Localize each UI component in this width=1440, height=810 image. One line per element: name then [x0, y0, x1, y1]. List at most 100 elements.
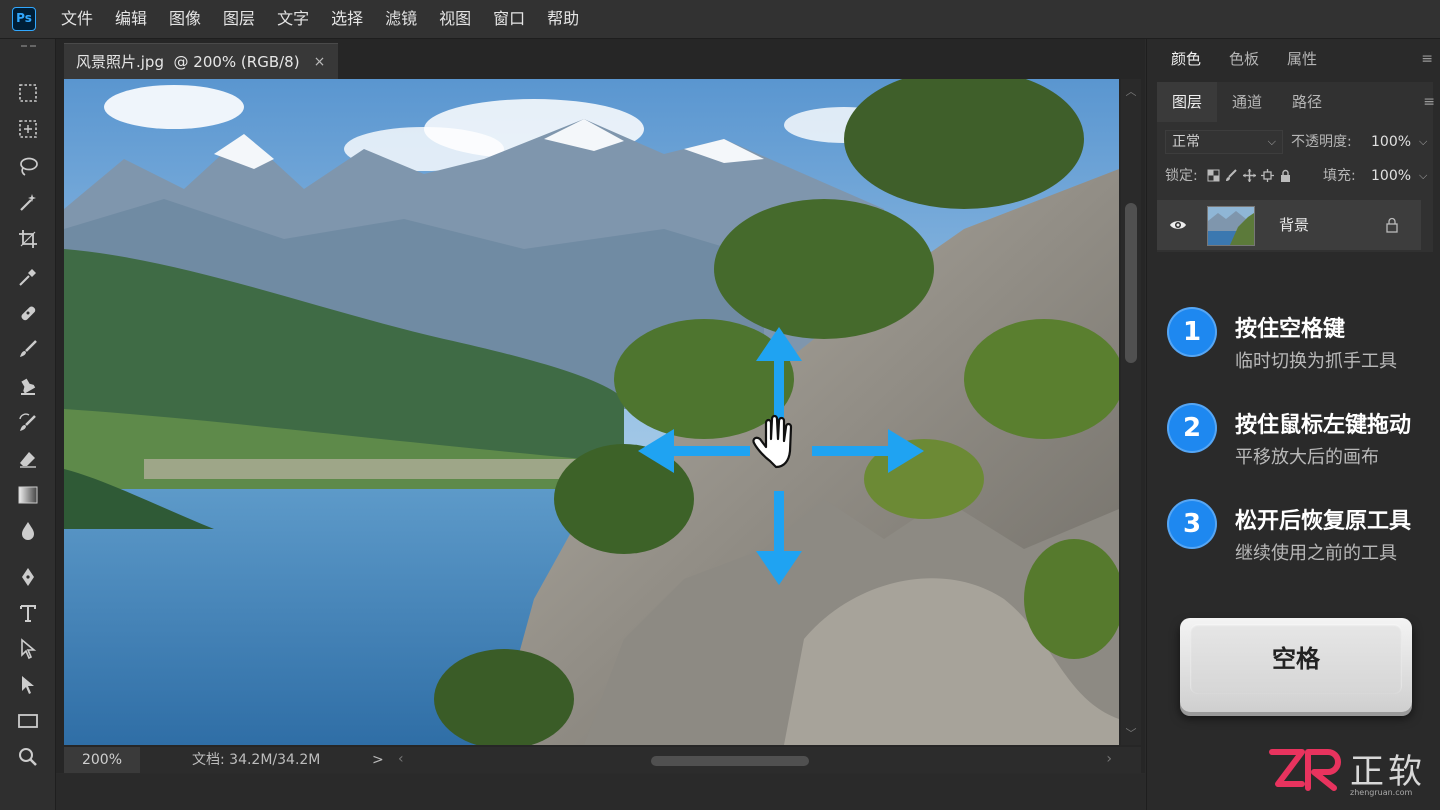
horizontal-scrollbar[interactable]: ‹ › — [396, 750, 1114, 770]
menu-bar: Ps 文件 编辑 图像 图层 文字 选择 滤镜 视图 窗口 帮助 — [0, 0, 1440, 39]
scroll-right-icon[interactable]: › — [1106, 751, 1112, 767]
zoom-icon[interactable] — [8, 741, 48, 773]
close-tab-icon[interactable]: × — [314, 54, 326, 70]
step-1: 1 按住空格键 临时切换为抓手工具 — [1167, 307, 1437, 403]
tools-panel — [0, 39, 56, 810]
menu-select[interactable]: 选择 — [320, 0, 374, 38]
bottom-strip — [56, 774, 1145, 810]
artboard-icon[interactable] — [8, 113, 48, 145]
vertical-scroll-thumb[interactable] — [1125, 203, 1137, 363]
step-2: 2 按住鼠标左键拖动 平移放大后的画布 — [1167, 403, 1437, 499]
menu-image[interactable]: 图像 — [158, 0, 212, 38]
brush-icon[interactable] — [8, 333, 48, 365]
visibility-eye-icon[interactable] — [1169, 217, 1187, 231]
direct-select-icon[interactable] — [8, 669, 48, 701]
brand-watermark: 正软 zhengruan.com — [1268, 740, 1438, 800]
document-tab[interactable]: 风景照片.jpg @ 200% (RGB/8) × — [64, 43, 338, 79]
step-title: 按住空格键 — [1235, 317, 1346, 342]
layer-row-background[interactable]: 背景 — [1157, 200, 1421, 250]
lock-artboard-icon[interactable] — [1261, 169, 1274, 182]
history-brush-icon[interactable] — [8, 407, 48, 439]
layer-name: 背景 — [1279, 216, 1310, 234]
crop-icon[interactable] — [8, 223, 48, 255]
status-menu-chevron-icon[interactable]: > — [372, 747, 384, 773]
menu-window[interactable]: 窗口 — [482, 0, 536, 38]
landscape-photo — [64, 79, 1119, 745]
menu-help[interactable]: 帮助 — [536, 0, 590, 38]
opacity-chevron-icon[interactable]: ⌵ — [1419, 128, 1427, 156]
step-3: 3 松开后恢复原工具 继续使用之前的工具 — [1167, 499, 1437, 595]
menu-filter[interactable]: 滤镜 — [374, 0, 428, 38]
pen-icon[interactable] — [8, 561, 48, 593]
clone-stamp-icon[interactable] — [8, 371, 48, 403]
spacebar-keycap-illustration: 空格 — [1180, 618, 1412, 712]
layer-lock-icon[interactable] — [1385, 217, 1399, 233]
tab-paths[interactable]: 路径 — [1277, 82, 1337, 122]
step-description: 继续使用之前的工具 — [1235, 543, 1397, 564]
opacity-field[interactable]: 100% — [1371, 128, 1411, 156]
step-number-badge: 3 — [1167, 499, 1217, 549]
photoshop-logo: Ps — [12, 7, 36, 31]
step-number-badge: 1 — [1167, 307, 1217, 357]
blend-row: 正常 ⌵ 不透明度: 100% ⌵ — [1157, 128, 1433, 156]
horizontal-scroll-thumb[interactable] — [651, 756, 809, 766]
color-panel-tabs: 颜色 色板 属性 — [1157, 39, 1331, 79]
lock-transparent-icon[interactable] — [1207, 169, 1220, 182]
document-size-info[interactable]: 文档: 34.2M/34.2M — [192, 747, 320, 773]
opacity-label: 不透明度: — [1291, 134, 1352, 150]
rectangle-icon[interactable] — [8, 705, 48, 737]
tab-color[interactable]: 颜色 — [1157, 39, 1215, 79]
status-bar: 200% 文档: 34.2M/34.2M > ‹ › — [64, 747, 1141, 773]
chevron-down-icon: ⌵ — [1267, 135, 1276, 148]
blend-mode-value: 正常 — [1172, 134, 1200, 150]
step-description: 平移放大后的画布 — [1235, 447, 1379, 468]
layers-panel-menu-icon[interactable]: ≡ — [1423, 94, 1435, 110]
lock-row: 锁定: 填充: 100% ⌵ — [1157, 162, 1433, 190]
tab-properties[interactable]: 属性 — [1273, 39, 1331, 79]
lock-all-icon[interactable] — [1279, 169, 1292, 182]
scroll-down-icon[interactable]: ﹀ — [1125, 725, 1137, 741]
lasso-icon[interactable] — [8, 151, 48, 183]
step-title: 按住鼠标左键拖动 — [1235, 413, 1412, 438]
blend-mode-select[interactable]: 正常 ⌵ — [1165, 130, 1283, 154]
eraser-icon[interactable] — [8, 443, 48, 475]
eyedropper-icon[interactable] — [8, 261, 48, 293]
layer-thumbnail — [1207, 206, 1255, 246]
fill-field[interactable]: 100% — [1371, 162, 1411, 190]
menu-layer[interactable]: 图层 — [212, 0, 266, 38]
brand-url: zhengruan.com — [1350, 788, 1413, 797]
menu-file[interactable]: 文件 — [50, 0, 104, 38]
scroll-up-icon[interactable]: ︿ — [1125, 83, 1137, 99]
type-icon[interactable] — [8, 597, 48, 629]
marquee-rect-icon[interactable] — [8, 77, 48, 109]
magic-wand-icon[interactable] — [8, 187, 48, 219]
scroll-left-icon[interactable]: ‹ — [398, 751, 404, 767]
image-canvas[interactable] — [64, 79, 1119, 745]
gradient-icon[interactable] — [8, 479, 48, 511]
lock-label: 锁定: — [1165, 168, 1198, 184]
document-area: 风景照片.jpg @ 200% (RGB/8) × ︿ ﹀ 200% 文档: 3… — [56, 39, 1145, 773]
fill-chevron-icon[interactable]: ⌵ — [1419, 162, 1427, 190]
lock-position-icon[interactable] — [1243, 169, 1256, 182]
layers-panel: 图层 通道 路径 ≡ 正常 ⌵ 不透明度: 100% ⌵ 锁定: 填充: 100… — [1157, 82, 1435, 252]
tab-swatches[interactable]: 色板 — [1215, 39, 1273, 79]
menu-type[interactable]: 文字 — [266, 0, 320, 38]
tab-channels[interactable]: 通道 — [1217, 82, 1277, 122]
blur-icon[interactable] — [8, 515, 48, 547]
fill-label: 填充: — [1323, 168, 1356, 184]
menu-edit[interactable]: 编辑 — [104, 0, 158, 38]
document-title: 风景照片.jpg @ 200% (RGB/8) — [76, 53, 300, 71]
panel-menu-icon[interactable]: ≡ — [1421, 51, 1433, 67]
tab-layers[interactable]: 图层 — [1157, 82, 1218, 122]
lock-pixels-icon[interactable] — [1225, 169, 1238, 182]
path-select-icon[interactable] — [8, 633, 48, 665]
step-number-badge: 2 — [1167, 403, 1217, 453]
toolbar-grip[interactable] — [8, 43, 48, 49]
zoom-level-field[interactable]: 200% — [64, 747, 140, 773]
layers-panel-tabs: 图层 通道 路径 — [1157, 82, 1337, 122]
lock-options — [1207, 169, 1292, 182]
vertical-scrollbar[interactable]: ︿ ﹀ — [1121, 79, 1141, 745]
menu-view[interactable]: 视图 — [428, 0, 482, 38]
healing-brush-icon[interactable] — [8, 297, 48, 329]
brand-name: 正软 — [1350, 752, 1426, 792]
